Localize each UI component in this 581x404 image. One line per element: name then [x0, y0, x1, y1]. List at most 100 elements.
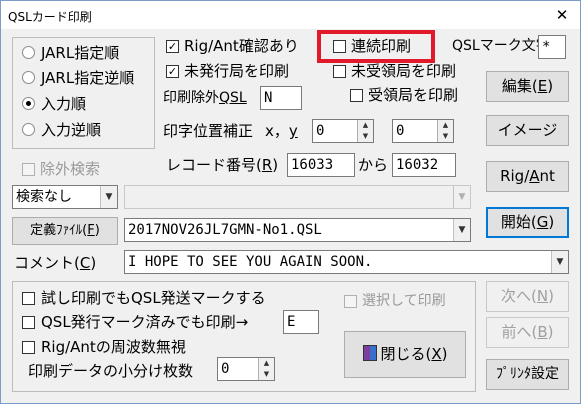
edit-button[interactable]: 編集(E)	[486, 71, 569, 102]
rig-ant-confirm-checkbox[interactable]: ✓	[166, 40, 179, 53]
comment-prefix: コメント(	[14, 254, 80, 272]
prev-button-prefix: 前へ(	[501, 323, 538, 341]
definition-file-chevron-down-icon[interactable]: ▼	[453, 219, 470, 241]
image-button[interactable]: イメージ	[486, 115, 569, 146]
comment-combo[interactable]: I HOPE TO SEE YOU AGAIN SOON.	[124, 250, 569, 274]
record-no-prefix: レコード番号(	[166, 156, 262, 174]
print-mark-input[interactable]: E	[283, 310, 319, 334]
highlight-box	[317, 30, 435, 63]
next-button-prefix: 次へ(	[501, 287, 537, 305]
rig-ant-button[interactable]: Rig/Ant	[486, 161, 569, 192]
exclude-search-checkbox	[22, 163, 35, 176]
search-query-chevron-down-icon: ▼	[453, 186, 470, 208]
exclude-qsl-prefix: 印刷除外	[163, 90, 219, 106]
close-button[interactable]: 閉じる(X)	[344, 331, 466, 378]
offset-y-up-icon[interactable]: ▲	[438, 120, 453, 131]
start-button-suffix: )	[548, 213, 555, 231]
qsl-print-dialog: QSLカード印刷 ✕ JARL指定順 JARL指定逆順 入力順 入力逆順 ✓ R…	[0, 0, 581, 404]
qsl-mark-input[interactable]: *	[538, 35, 566, 59]
search-type-chevron-down-icon[interactable]: ▼	[100, 186, 117, 208]
definition-file-suffix: )	[94, 223, 100, 238]
close-door-icon	[362, 345, 377, 361]
print-unreceived-checkbox[interactable]	[333, 65, 346, 78]
radio-jarl-reverse-label[interactable]: JARL指定逆順	[41, 69, 134, 87]
exclude-qsl-input[interactable]: N	[260, 86, 302, 110]
print-received-checkbox[interactable]	[350, 89, 363, 102]
comment-chevron-down-icon[interactable]: ▼	[551, 251, 568, 273]
comment-label: コメント(C)	[14, 254, 96, 272]
split-count-up-icon[interactable]: ▲	[259, 358, 274, 369]
close-button-prefix: 閉じる(	[380, 345, 432, 363]
record-range-label: から	[358, 156, 389, 174]
comment-hotkey: C	[79, 254, 91, 272]
exclude-qsl-label: 印刷除外QSL	[163, 89, 247, 107]
ignore-rig-ant-freq-label[interactable]: Rig/Antの周波数無視	[41, 338, 186, 356]
rig-ant-button-suffix: nt	[539, 167, 555, 185]
offset-y-spinner[interactable]: ▲ ▼	[437, 120, 453, 142]
split-count-label: 印刷データの小分け枚数	[28, 362, 194, 380]
offset-x-up-icon[interactable]: ▲	[358, 120, 373, 131]
edit-button-prefix: 編集(	[501, 77, 538, 95]
record-to-input[interactable]: 16032	[392, 153, 456, 177]
prev-button-hotkey: B	[537, 323, 548, 341]
rig-ant-confirm-label[interactable]: Rig/Ant確認あり	[184, 37, 299, 55]
select-print-checkbox	[344, 295, 357, 308]
rig-ant-button-hotkey: A	[529, 167, 540, 185]
print-unreceived-label[interactable]: 未受領局を印刷	[351, 62, 456, 80]
printer-setup-button[interactable]: ﾌﾟﾘﾝﾀ設定	[486, 359, 569, 390]
split-count-spinner[interactable]: ▲ ▼	[258, 358, 274, 380]
offset-x-down-icon[interactable]: ▼	[358, 131, 373, 142]
next-button: 次へ(N)	[486, 281, 569, 312]
rig-ant-button-prefix: Rig/	[500, 167, 530, 185]
start-button-prefix: 開始(	[500, 213, 537, 231]
radio-jarl-order-label[interactable]: JARL指定順	[41, 44, 119, 62]
test-print-mark-checkbox[interactable]	[22, 292, 35, 305]
record-from-input[interactable]: 16033	[287, 153, 355, 177]
print-unissued-label[interactable]: 未発行局を印刷	[184, 62, 289, 80]
next-button-suffix: )	[548, 287, 554, 305]
print-unissued-checkbox[interactable]: ✓	[166, 65, 179, 78]
offset-y-down-icon[interactable]: ▼	[438, 131, 453, 142]
definition-file-hotkey: F	[87, 223, 95, 238]
record-no-suffix: )	[272, 156, 279, 174]
print-offset-axis-label: x，y	[265, 122, 298, 140]
definition-file-combo[interactable]: 2017NOV26JL7GMN-No1.QSL	[124, 218, 471, 242]
print-marked-checkbox[interactable]	[22, 316, 35, 329]
radio-jarl-order[interactable]	[22, 46, 35, 59]
split-count-down-icon[interactable]: ▼	[259, 369, 274, 380]
next-button-hotkey: N	[536, 287, 549, 305]
test-print-mark-label[interactable]: 試し印刷でもQSL発送マークする	[41, 289, 266, 307]
search-query-combo	[124, 185, 471, 209]
ignore-rig-ant-freq-checkbox[interactable]	[22, 341, 35, 354]
window-title: QSLカード印刷	[8, 10, 92, 24]
edit-button-suffix: )	[547, 77, 554, 95]
start-button-hotkey: G	[536, 213, 549, 231]
definition-file-prefix: 定義ﾌｧｲﾙ(	[30, 223, 88, 238]
close-button-hotkey: X	[431, 345, 442, 363]
radio-jarl-reverse[interactable]	[22, 71, 35, 84]
title-bar: QSLカード印刷 ✕	[1, 1, 580, 29]
close-icon[interactable]: ✕	[549, 3, 575, 27]
radio-input-reverse[interactable]	[22, 123, 35, 136]
start-button[interactable]: 開始(G)	[486, 207, 569, 238]
exclude-search-label: 除外検索	[40, 160, 101, 178]
print-offset-axis-y: y	[288, 122, 298, 140]
radio-input-order-label[interactable]: 入力順	[41, 95, 86, 113]
radio-input-reverse-label[interactable]: 入力逆順	[41, 121, 101, 139]
prev-button-suffix: )	[547, 323, 554, 341]
print-offset-label: 印字位置補正	[163, 122, 254, 140]
print-offset-axis-x: x，	[265, 122, 289, 140]
comment-suffix: )	[90, 254, 97, 272]
select-print-label: 選択して印刷	[362, 293, 446, 309]
prev-button: 前へ(B)	[486, 317, 569, 348]
edit-button-hotkey: E	[537, 77, 548, 95]
qsl-mark-label: QSLマーク文字	[452, 38, 550, 54]
print-marked-label[interactable]: QSL発行マーク済みでも印刷→	[41, 313, 248, 331]
definition-file-button[interactable]: 定義ﾌｧｲﾙ(F)	[12, 217, 118, 245]
print-received-label[interactable]: 受領局を印刷	[368, 86, 458, 104]
radio-input-order[interactable]	[22, 97, 35, 110]
close-button-suffix: )	[441, 345, 448, 363]
record-no-hotkey: R	[261, 156, 273, 174]
exclude-qsl-underlined: QSL	[219, 90, 247, 106]
offset-x-spinner[interactable]: ▲ ▼	[357, 120, 373, 142]
